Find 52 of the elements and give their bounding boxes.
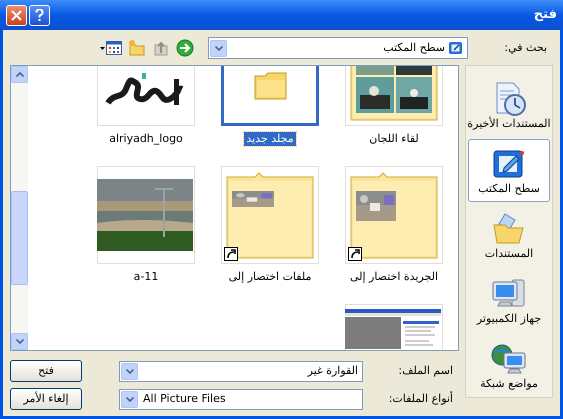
chevron-down-icon [214,46,222,50]
field-value: القوارة غير [306,362,359,379]
file-name[interactable]: a-11 [132,270,160,284]
look-in-dropdown[interactable]: سطح المكتب [208,37,468,59]
scrollbar-thumb[interactable] [11,191,28,285]
grid-view-icon [106,40,122,56]
folder-icon [254,71,288,101]
scrollbar[interactable] [11,66,28,350]
places-label: سطح المكتب [478,182,540,196]
places-label: جهاز الكمبيوتر [476,312,542,326]
up-folder-icon[interactable] [152,39,170,57]
chevron-down-icon [126,368,134,374]
places-label: المستندات [484,246,534,260]
file-name-label: اسم الملف: [397,362,454,379]
file-name[interactable]: لقاء اللجان [367,132,421,146]
desktop-icon [448,40,464,56]
shortcut-arrow-icon [224,247,238,261]
file-type-field[interactable]: All Picture Files [119,388,363,410]
file-name[interactable]: الجريدة اختصار إلى [348,270,440,284]
window-title: فتح [534,6,557,24]
file-name[interactable]: ملفات اختصار إلى [226,270,314,284]
places-item[interactable]: المستندات [468,204,550,267]
close-button[interactable] [6,4,27,26]
shortcut-arrow-icon [348,247,362,261]
close-icon [11,10,22,20]
help-icon [35,8,44,22]
places-item[interactable]: مواضع شبكة [468,334,550,397]
look-in-label: بحث في: [503,40,548,56]
scroll-down-button[interactable] [11,333,28,350]
file-name[interactable]: alriyadh_logo [107,132,185,146]
places-item[interactable]: سطح المكتب [468,139,550,202]
chevron-down-icon [126,396,134,402]
dropdown-button[interactable] [210,40,227,56]
places-item[interactable]: جهاز الكمبيوتر [468,269,550,332]
caret-icon [100,46,105,50]
chevron-down-icon [16,339,24,344]
places-item[interactable]: المستندات الأخيرة [468,74,550,137]
field-value: All Picture Files [142,390,227,407]
field-value: سطح المكتب [382,40,445,56]
places-label: المستندات الأخيرة [467,116,551,130]
file-name[interactable]: مجلد جديد [244,132,296,146]
dropdown-button[interactable] [121,362,138,380]
open-button[interactable]: فتح [10,360,82,382]
dropdown-button[interactable] [121,390,138,408]
cancel-button[interactable]: إلغاء الأمر [10,388,82,410]
places-label: مواضع شبكة [480,376,538,390]
file-type-label: أنواع الملفات: [388,390,454,407]
help-button[interactable] [29,4,50,26]
scroll-up-button[interactable] [11,66,28,83]
file-name-field[interactable]: القوارة غير [119,360,363,382]
chevron-up-icon [16,72,24,77]
views-menu-button[interactable] [100,40,122,56]
